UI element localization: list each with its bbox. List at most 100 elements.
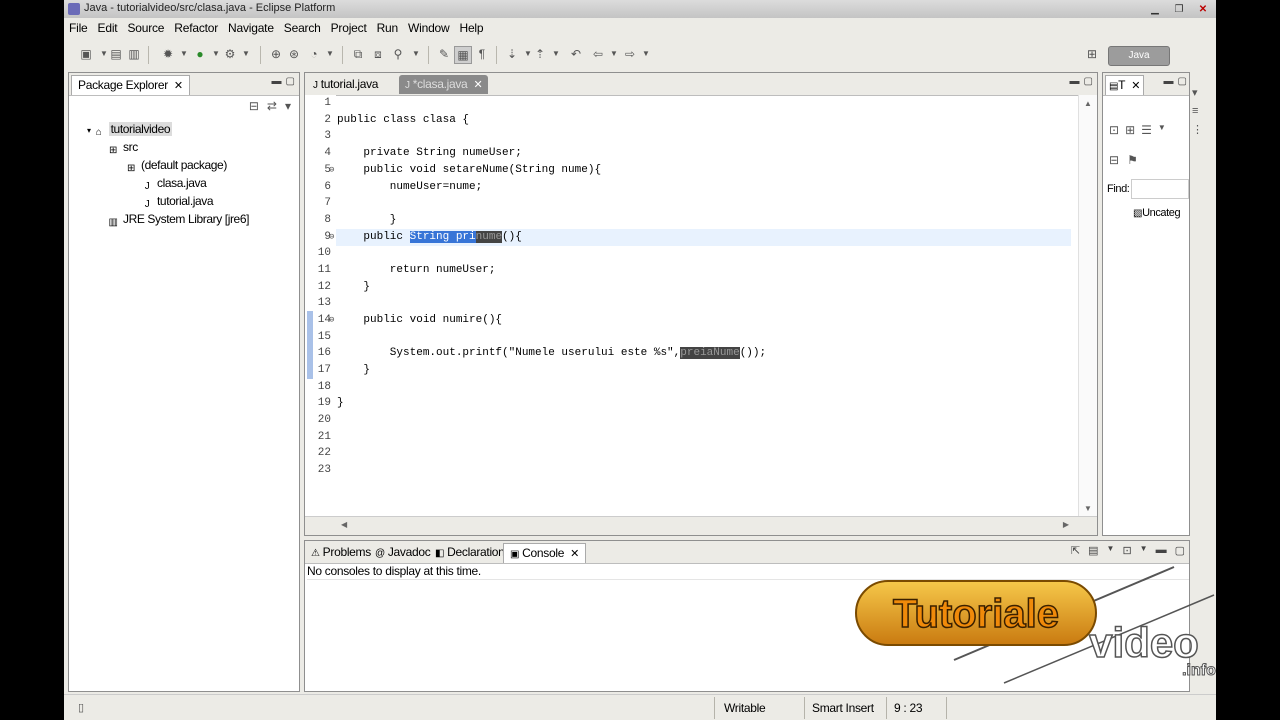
- close-tab-icon[interactable]: ✕: [570, 548, 579, 560]
- menu-file[interactable]: File: [64, 20, 93, 38]
- back-icon[interactable]: ⇦: [590, 46, 606, 62]
- menu-navigate[interactable]: Navigate: [223, 20, 279, 38]
- code-line[interactable]: public void numire(){: [337, 312, 502, 329]
- java-perspective-button[interactable]: Java: [1108, 46, 1170, 66]
- dropdown-arrow-icon[interactable]: ▼: [322, 46, 338, 62]
- open-perspective-icon[interactable]: ⊞: [1084, 46, 1100, 62]
- find-input[interactable]: [1131, 179, 1189, 199]
- search-icon[interactable]: ⚲: [390, 46, 406, 62]
- previous-annotation-icon[interactable]: ⇡: [532, 46, 548, 62]
- dropdown-arrow-icon[interactable]: ▼: [606, 46, 622, 62]
- minimize-button[interactable]: ▁: [1144, 2, 1166, 16]
- filter-icon[interactable]: ☰: [1141, 123, 1152, 137]
- dropdown-arrow-icon[interactable]: ▼: [638, 46, 654, 62]
- close-button[interactable]: ✕: [1192, 2, 1214, 16]
- fold-collapse-icon[interactable]: ⊖: [329, 162, 334, 179]
- minimize-view-icon[interactable]: ▬: [1164, 76, 1174, 87]
- open-task-icon[interactable]: ⧈: [370, 46, 386, 62]
- dropdown-arrow-icon[interactable]: ▼: [548, 46, 564, 62]
- fast-view-bar-icon[interactable]: ▯: [78, 701, 84, 714]
- editor-vertical-scrollbar[interactable]: ▲ ▼: [1078, 95, 1097, 517]
- code-line[interactable]: private String numeUser;: [337, 145, 521, 162]
- focus-icon[interactable]: ⚑: [1127, 153, 1138, 167]
- code-line[interactable]: numeUser=nume;: [337, 179, 482, 196]
- tab-package-explorer[interactable]: Package Explorer ✕: [71, 75, 190, 95]
- code-line[interactable]: public class clasa {: [337, 112, 469, 129]
- fast-view-icon[interactable]: ▾: [1192, 86, 1203, 99]
- next-annotation-icon[interactable]: ⇣: [504, 46, 520, 62]
- tab-clasa-java[interactable]: J *clasa.java ✕: [399, 75, 489, 94]
- minimize-view-icon[interactable]: ▬: [1156, 544, 1167, 557]
- scroll-left-icon[interactable]: ◀: [341, 520, 347, 529]
- pin-console-icon[interactable]: ⇱: [1071, 544, 1080, 557]
- editor-horizontal-scrollbar[interactable]: ◀ ▶: [305, 516, 1097, 535]
- maximize-view-icon[interactable]: ▢: [1178, 76, 1187, 87]
- collapse-all-icon[interactable]: ⊟: [249, 99, 259, 113]
- fold-collapse-icon[interactable]: ⊖: [329, 312, 334, 329]
- show-whitespace-icon[interactable]: ¶: [474, 46, 490, 62]
- dropdown-arrow-icon[interactable]: ▼: [1140, 544, 1148, 557]
- outline-icon[interactable]: ≡: [1192, 105, 1203, 117]
- code-line[interactable]: public void setareNume(String nume){: [337, 162, 601, 179]
- code-area[interactable]: 1 2 public class clasa { 3 4 private Stri…: [305, 95, 1075, 517]
- maximize-view-icon[interactable]: ▢: [1175, 544, 1185, 557]
- tree-item-default-package[interactable]: ⊞ (default package): [125, 157, 227, 174]
- new-package-icon[interactable]: ⊕: [268, 46, 284, 62]
- new-icon[interactable]: ▣: [78, 46, 94, 62]
- code-line[interactable]: }: [337, 362, 370, 379]
- tab-task-list[interactable]: ▤T ✕: [1105, 75, 1145, 95]
- maximize-view-icon[interactable]: ▢: [1084, 76, 1093, 87]
- code-line[interactable]: return numeUser;: [337, 262, 496, 279]
- menu-help[interactable]: Help: [454, 20, 488, 38]
- tab-problems[interactable]: ⚠ Problems: [305, 543, 377, 562]
- external-tools-icon[interactable]: ⚙: [222, 46, 238, 62]
- dropdown-arrow-icon[interactable]: ▼: [238, 46, 254, 62]
- print-icon[interactable]: ▥: [126, 46, 142, 62]
- toggle-highlight-icon[interactable]: ▦: [454, 46, 472, 64]
- tree-item-src[interactable]: ⊞ src: [107, 139, 138, 156]
- maximize-button[interactable]: ❐: [1168, 2, 1190, 16]
- menu-search[interactable]: Search: [279, 20, 326, 38]
- menu-source[interactable]: Source: [122, 20, 169, 38]
- close-tab-icon[interactable]: ✕: [473, 79, 482, 91]
- scroll-right-icon[interactable]: ▶: [1063, 520, 1069, 529]
- maximize-view-icon[interactable]: ▢: [286, 76, 295, 87]
- scroll-down-icon[interactable]: ▼: [1084, 504, 1092, 513]
- code-line[interactable]: public String prinume(){: [337, 229, 522, 246]
- code-line[interactable]: }: [337, 395, 344, 412]
- tab-declaration[interactable]: ◧ Declaration: [429, 543, 511, 562]
- close-tab-icon[interactable]: ✕: [174, 80, 183, 92]
- last-edit-icon[interactable]: ↶: [568, 46, 584, 62]
- code-line[interactable]: }: [337, 212, 397, 229]
- tab-tutorial-java[interactable]: Jtutorial.java: [307, 75, 384, 94]
- fold-collapse-icon[interactable]: ⊖: [329, 229, 334, 246]
- tree-item-jre-library[interactable]: ▥ JRE System Library [jre6]: [107, 211, 249, 228]
- link-with-editor-icon[interactable]: ⇄: [267, 99, 277, 113]
- new-interface-icon[interactable]: ◔: [306, 46, 322, 62]
- tree-item-clasa-java[interactable]: Jclasa.java: [141, 175, 207, 192]
- menu-edit[interactable]: Edit: [93, 20, 123, 38]
- display-console-icon[interactable]: ▤: [1088, 544, 1098, 557]
- dropdown-arrow-icon[interactable]: ▼: [1107, 544, 1115, 557]
- category-icon[interactable]: ⊞: [1125, 123, 1135, 137]
- new-class-icon[interactable]: ⊛: [286, 46, 302, 62]
- toggle-mark-icon[interactable]: ✎: [436, 46, 452, 62]
- open-type-icon[interactable]: ⧉: [350, 46, 366, 62]
- menu-project[interactable]: Project: [326, 20, 372, 38]
- dropdown-arrow-icon[interactable]: ▼: [176, 46, 192, 62]
- minimize-view-icon[interactable]: ▬: [272, 76, 282, 87]
- menu-run[interactable]: Run: [372, 20, 403, 38]
- forward-icon[interactable]: ⇨: [622, 46, 638, 62]
- run-icon[interactable]: ●: [192, 46, 208, 62]
- tree-item-tutorial-java[interactable]: Jtutorial.java: [141, 193, 214, 210]
- tree-item-project[interactable]: ▾ ⌂ tutorialvideo: [87, 121, 173, 138]
- dropdown-arrow-icon[interactable]: ▼: [408, 46, 424, 62]
- hierarchy-icon[interactable]: ⋮: [1192, 123, 1203, 136]
- close-tab-icon[interactable]: ✕: [1131, 80, 1140, 92]
- code-line[interactable]: }: [337, 279, 370, 296]
- view-menu-icon[interactable]: ▾: [285, 99, 291, 113]
- save-icon[interactable]: ▤: [108, 46, 124, 62]
- uncategorized-item[interactable]: ▧Uncateg: [1133, 207, 1181, 219]
- collapse-all-icon[interactable]: ⊟: [1109, 153, 1119, 167]
- minimize-view-icon[interactable]: ▬: [1070, 76, 1080, 87]
